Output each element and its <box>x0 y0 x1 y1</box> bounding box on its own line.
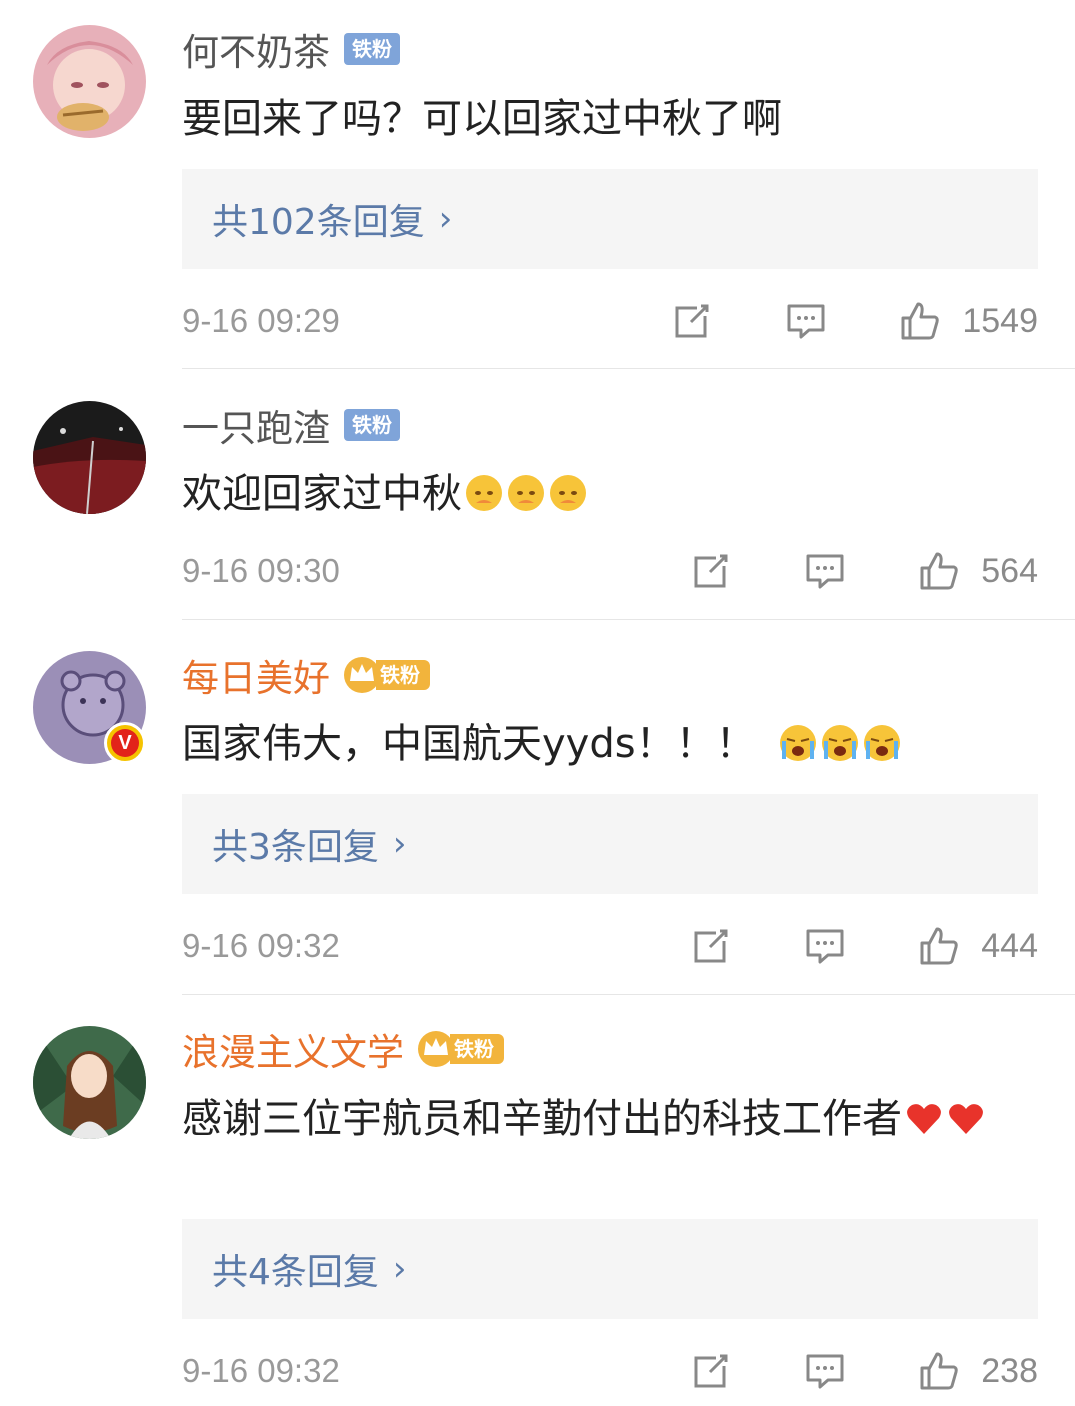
share-icon[interactable] <box>689 549 733 593</box>
view-replies-button[interactable]: 共102条回复 › <box>182 169 1038 269</box>
reply-count-label: 共102条回复 <box>212 202 425 243</box>
comment-icon[interactable] <box>803 924 847 968</box>
shy-face-emoji-icon <box>548 473 588 513</box>
shy-face-emoji-icon <box>464 473 504 513</box>
fan-badge: 铁粉 <box>416 1031 504 1067</box>
comment-icon[interactable] <box>803 549 847 593</box>
username[interactable]: 一只跑渣 <box>182 398 330 452</box>
fan-badge: 铁粉 <box>342 657 430 693</box>
chevron-right-icon: › <box>392 824 407 864</box>
comment-text: 国家伟大，中国航天yyds！！！ <box>182 713 1039 775</box>
username[interactable]: 何不奶茶 <box>182 22 330 76</box>
like-count: 238 <box>981 1351 1038 1390</box>
comment-meta: 9-16 09:32 238 <box>182 1346 1038 1396</box>
username-row: 一只跑渣 铁粉 <box>182 400 400 450</box>
username[interactable]: 浪漫主义文学 <box>182 1022 404 1076</box>
reply-count-label: 共3条回复 <box>212 827 379 868</box>
username-row: 每日美好 铁粉 <box>182 650 430 700</box>
like-count: 444 <box>981 926 1038 965</box>
timestamp: 9-16 09:30 <box>182 552 340 589</box>
like-count: 564 <box>981 551 1038 590</box>
divider <box>182 619 1075 620</box>
comment-icon[interactable] <box>803 1349 847 1393</box>
fan-badge-label: 铁粉 <box>376 660 430 690</box>
comment-meta: 9-16 09:30 564 <box>182 546 1038 596</box>
avatar[interactable] <box>33 25 146 138</box>
divider <box>182 368 1075 369</box>
avatar[interactable] <box>33 1026 146 1139</box>
comment-text-body: 国家伟大，中国航天yyds！！！ <box>182 721 756 767</box>
view-replies-button[interactable]: 共3条回复 › <box>182 794 1038 894</box>
thumbs-up-icon[interactable] <box>917 924 961 968</box>
share-icon[interactable] <box>689 924 733 968</box>
comment-text: 要回来了吗？可以回家过中秋了啊 <box>182 96 782 142</box>
fan-badge: 铁粉 <box>344 409 400 441</box>
username[interactable]: 每日美好 <box>182 648 330 702</box>
timestamp: 9-16 09:32 <box>182 927 340 964</box>
fan-badge: 铁粉 <box>344 33 400 65</box>
username-row: 何不奶茶 铁粉 <box>182 24 400 74</box>
divider <box>182 994 1075 995</box>
crying-face-emoji-icon <box>778 723 818 763</box>
chevron-right-icon: › <box>392 1249 407 1289</box>
verified-badge-icon: V <box>104 722 146 764</box>
timestamp: 9-16 09:32 <box>182 1352 340 1389</box>
shy-face-emoji-icon <box>506 473 546 513</box>
reply-count-label: 共4条回复 <box>212 1252 379 1293</box>
username-row: 浪漫主义文学 铁粉 <box>182 1024 504 1074</box>
comment-text: 感谢三位宇航员和辛勤付出的科技工作者 <box>182 1088 1039 1150</box>
comment-text-body: 感谢三位宇航员和辛勤付出的科技工作者 <box>182 1096 902 1142</box>
action-bar: 1549 <box>670 299 1038 343</box>
timestamp: 9-16 09:29 <box>182 302 340 339</box>
heart-emoji-icon <box>946 1098 986 1138</box>
share-icon[interactable] <box>689 1349 733 1393</box>
comment-meta: 9-16 09:32 444 <box>182 921 1038 971</box>
heart-emoji-icon <box>904 1098 944 1138</box>
crying-face-emoji-icon <box>862 723 902 763</box>
comment-text: 欢迎回家过中秋 <box>182 463 1039 525</box>
chevron-right-icon: › <box>438 199 453 239</box>
share-icon[interactable] <box>670 299 714 343</box>
action-bar: 564 <box>689 549 1038 593</box>
thumbs-up-icon[interactable] <box>917 1349 961 1393</box>
action-bar: 238 <box>689 1349 1038 1393</box>
comment-icon[interactable] <box>784 299 828 343</box>
crying-face-emoji-icon <box>820 723 860 763</box>
comment-meta: 9-16 09:29 1549 <box>182 296 1038 346</box>
like-count: 1549 <box>962 301 1038 340</box>
view-replies-button[interactable]: 共4条回复 › <box>182 1219 1038 1319</box>
thumbs-up-icon[interactable] <box>898 299 942 343</box>
action-bar: 444 <box>689 924 1038 968</box>
comment-text-body: 欢迎回家过中秋 <box>182 471 462 517</box>
fan-badge-label: 铁粉 <box>450 1034 504 1064</box>
avatar[interactable] <box>33 401 146 514</box>
thumbs-up-icon[interactable] <box>917 549 961 593</box>
